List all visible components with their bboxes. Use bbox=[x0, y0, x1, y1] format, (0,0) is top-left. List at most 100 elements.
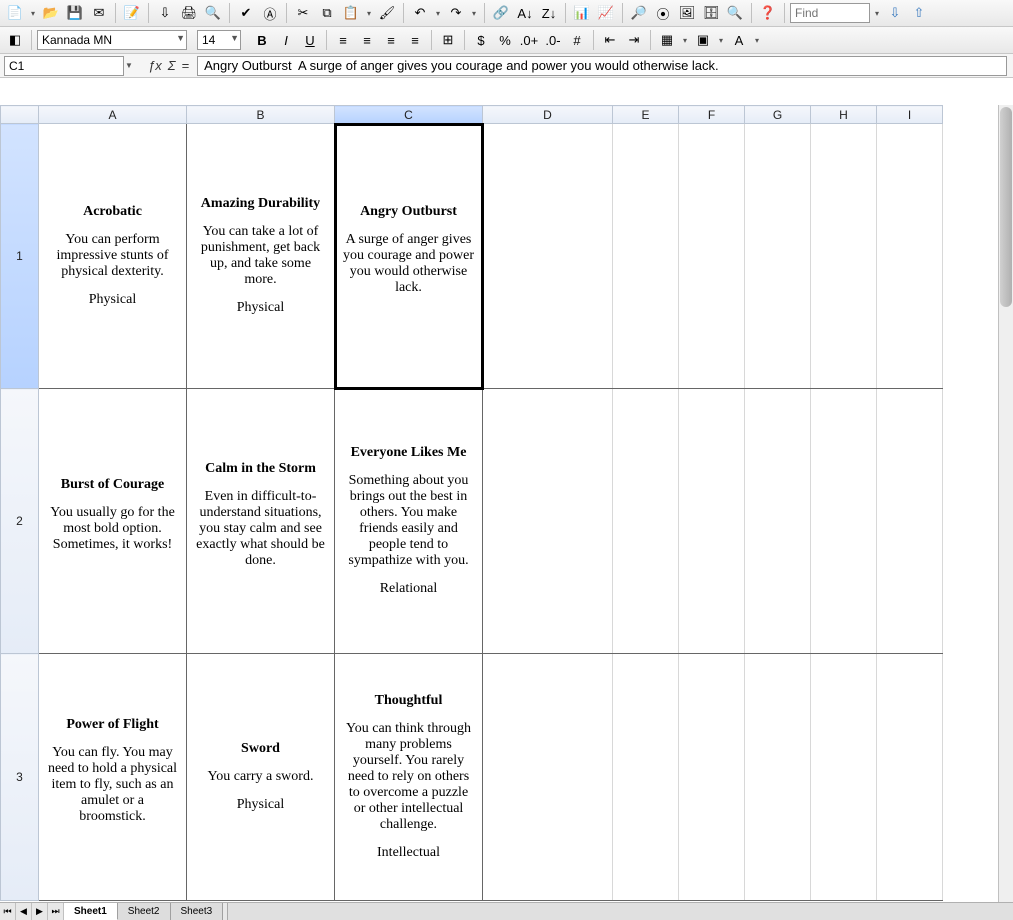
cell-E1[interactable] bbox=[613, 124, 679, 389]
column-header-D[interactable]: D bbox=[483, 106, 613, 124]
find-dropdown[interactable]: ▾ bbox=[872, 9, 882, 18]
row-header-2[interactable]: 2 bbox=[1, 389, 39, 654]
font-color-button[interactable]: A bbox=[728, 29, 750, 51]
tab-prev-icon[interactable]: ◀ bbox=[16, 903, 32, 920]
align-center-button[interactable]: ≡ bbox=[356, 29, 378, 51]
cell-A2[interactable]: Burst of CourageYou usually go for the m… bbox=[39, 389, 187, 654]
cell-B2[interactable]: Calm in the StormEven in difficult-to-un… bbox=[187, 389, 335, 654]
currency-button[interactable]: $ bbox=[470, 29, 492, 51]
save-icon[interactable]: 💾 bbox=[64, 2, 86, 24]
cell-I1[interactable] bbox=[877, 124, 943, 389]
styles-icon[interactable]: ◧ bbox=[4, 29, 26, 51]
tab-first-icon[interactable]: ⏮ bbox=[0, 903, 16, 920]
cell-G1[interactable] bbox=[745, 124, 811, 389]
sort-desc-icon[interactable]: Z↓ bbox=[538, 2, 560, 24]
increase-indent-button[interactable]: ⇥ bbox=[623, 29, 645, 51]
borders-dropdown[interactable]: ▾ bbox=[680, 36, 690, 45]
cell-C3[interactable]: ThoughtfulYou can think through many pro… bbox=[335, 654, 483, 901]
tab-last-icon[interactable]: ⏭ bbox=[48, 903, 64, 920]
cut-icon[interactable]: ✂ bbox=[292, 2, 314, 24]
help-icon[interactable]: ❓ bbox=[757, 2, 779, 24]
find-input[interactable] bbox=[790, 3, 870, 23]
cell-H3[interactable] bbox=[811, 654, 877, 901]
font-size-input[interactable] bbox=[197, 30, 241, 50]
cell-A1[interactable]: AcrobaticYou can perform impressive stun… bbox=[39, 124, 187, 389]
print-preview-icon[interactable]: 🔍 bbox=[202, 2, 224, 24]
cell-H1[interactable] bbox=[811, 124, 877, 389]
column-header-B[interactable]: B bbox=[187, 106, 335, 124]
open-icon[interactable]: 📂 bbox=[40, 2, 62, 24]
bg-color-dropdown[interactable]: ▾ bbox=[716, 36, 726, 45]
format-paint-icon[interactable]: 🖌 bbox=[376, 2, 398, 24]
find-next-icon[interactable]: ⇩ bbox=[884, 2, 906, 24]
redo-dropdown[interactable]: ▾ bbox=[469, 9, 479, 18]
hyperlink-icon[interactable]: 🔗 bbox=[490, 2, 512, 24]
sheet-tab-sheet3[interactable]: Sheet3 bbox=[171, 903, 224, 920]
font-name-combo[interactable]: ▼ bbox=[37, 30, 187, 50]
percent-button[interactable]: % bbox=[494, 29, 516, 51]
navigator-icon[interactable]: ⦿ bbox=[652, 2, 674, 24]
cell-G3[interactable] bbox=[745, 654, 811, 901]
bold-button[interactable]: B bbox=[251, 29, 273, 51]
cell-B3[interactable]: SwordYou carry a sword.Physical bbox=[187, 654, 335, 901]
underline-button[interactable]: U bbox=[299, 29, 321, 51]
undo-dropdown[interactable]: ▾ bbox=[433, 9, 443, 18]
mail-icon[interactable]: ✉ bbox=[88, 2, 110, 24]
find-replace-icon[interactable]: 🔎 bbox=[628, 2, 650, 24]
new-doc-dropdown[interactable]: ▾ bbox=[28, 9, 38, 18]
horizontal-scrollbar[interactable] bbox=[227, 903, 1013, 920]
column-header-H[interactable]: H bbox=[811, 106, 877, 124]
chart-icon[interactable]: 📊 bbox=[571, 2, 593, 24]
cell-D1[interactable] bbox=[483, 124, 613, 389]
merge-button[interactable]: ⊞ bbox=[437, 29, 459, 51]
row-header-3[interactable]: 3 bbox=[1, 654, 39, 901]
paste-icon[interactable]: 📋 bbox=[340, 2, 362, 24]
find-prev-icon[interactable]: ⇧ bbox=[908, 2, 930, 24]
decrease-indent-button[interactable]: ⇤ bbox=[599, 29, 621, 51]
cell-B1[interactable]: Amazing DurabilityYou can take a lot of … bbox=[187, 124, 335, 389]
formula-input[interactable] bbox=[197, 56, 1007, 76]
spreadsheet-grid[interactable]: ABCDEFGHI 1AcrobaticYou can perform impre… bbox=[0, 105, 943, 901]
column-header-A[interactable]: A bbox=[39, 106, 187, 124]
cell-A3[interactable]: Power of FlightYou can fly. You may need… bbox=[39, 654, 187, 901]
sheet-tab-sheet2[interactable]: Sheet2 bbox=[118, 903, 171, 920]
print-icon[interactable]: 🖨 bbox=[178, 2, 200, 24]
row-header-1[interactable]: 1 bbox=[1, 124, 39, 389]
vertical-scrollbar[interactable] bbox=[998, 105, 1013, 902]
cell-H2[interactable] bbox=[811, 389, 877, 654]
font-color-dropdown[interactable]: ▾ bbox=[752, 36, 762, 45]
data-sources-icon[interactable]: 🗄 bbox=[700, 2, 722, 24]
cell-F2[interactable] bbox=[679, 389, 745, 654]
bg-color-button[interactable]: ▣ bbox=[692, 29, 714, 51]
remove-decimal-button[interactable]: .0- bbox=[542, 29, 564, 51]
cell-E2[interactable] bbox=[613, 389, 679, 654]
edit-doc-icon[interactable]: 📝 bbox=[121, 2, 143, 24]
num-format-button[interactable]: # bbox=[566, 29, 588, 51]
column-header-E[interactable]: E bbox=[613, 106, 679, 124]
cell-E3[interactable] bbox=[613, 654, 679, 901]
column-header-I[interactable]: I bbox=[877, 106, 943, 124]
cell-D3[interactable] bbox=[483, 654, 613, 901]
cell-ref-dropdown[interactable]: ▼ bbox=[124, 56, 134, 76]
sort-asc-icon[interactable]: A↓ bbox=[514, 2, 536, 24]
redo-icon[interactable]: ↷ bbox=[445, 2, 467, 24]
sum-icon[interactable]: Σ bbox=[168, 58, 176, 73]
align-right-button[interactable]: ≡ bbox=[380, 29, 402, 51]
column-header-C[interactable]: C bbox=[335, 106, 483, 124]
column-header-G[interactable]: G bbox=[745, 106, 811, 124]
cell-D2[interactable] bbox=[483, 389, 613, 654]
cell-G2[interactable] bbox=[745, 389, 811, 654]
paste-dropdown[interactable]: ▾ bbox=[364, 9, 374, 18]
cell-C2[interactable]: Everyone Likes MeSomething about you bri… bbox=[335, 389, 483, 654]
column-header-F[interactable]: F bbox=[679, 106, 745, 124]
cell-I2[interactable] bbox=[877, 389, 943, 654]
sheet-tab-sheet1[interactable]: Sheet1 bbox=[64, 903, 118, 920]
copy-icon[interactable]: ⧉ bbox=[316, 2, 338, 24]
autospell-icon[interactable]: Ⓐ bbox=[259, 2, 281, 24]
font-name-input[interactable] bbox=[37, 30, 187, 50]
align-justify-button[interactable]: ≡ bbox=[404, 29, 426, 51]
export-pdf-icon[interactable]: ⇩ bbox=[154, 2, 176, 24]
zoom-icon[interactable]: 🔍 bbox=[724, 2, 746, 24]
chart-edit-icon[interactable]: 📈 bbox=[595, 2, 617, 24]
cell-I3[interactable] bbox=[877, 654, 943, 901]
